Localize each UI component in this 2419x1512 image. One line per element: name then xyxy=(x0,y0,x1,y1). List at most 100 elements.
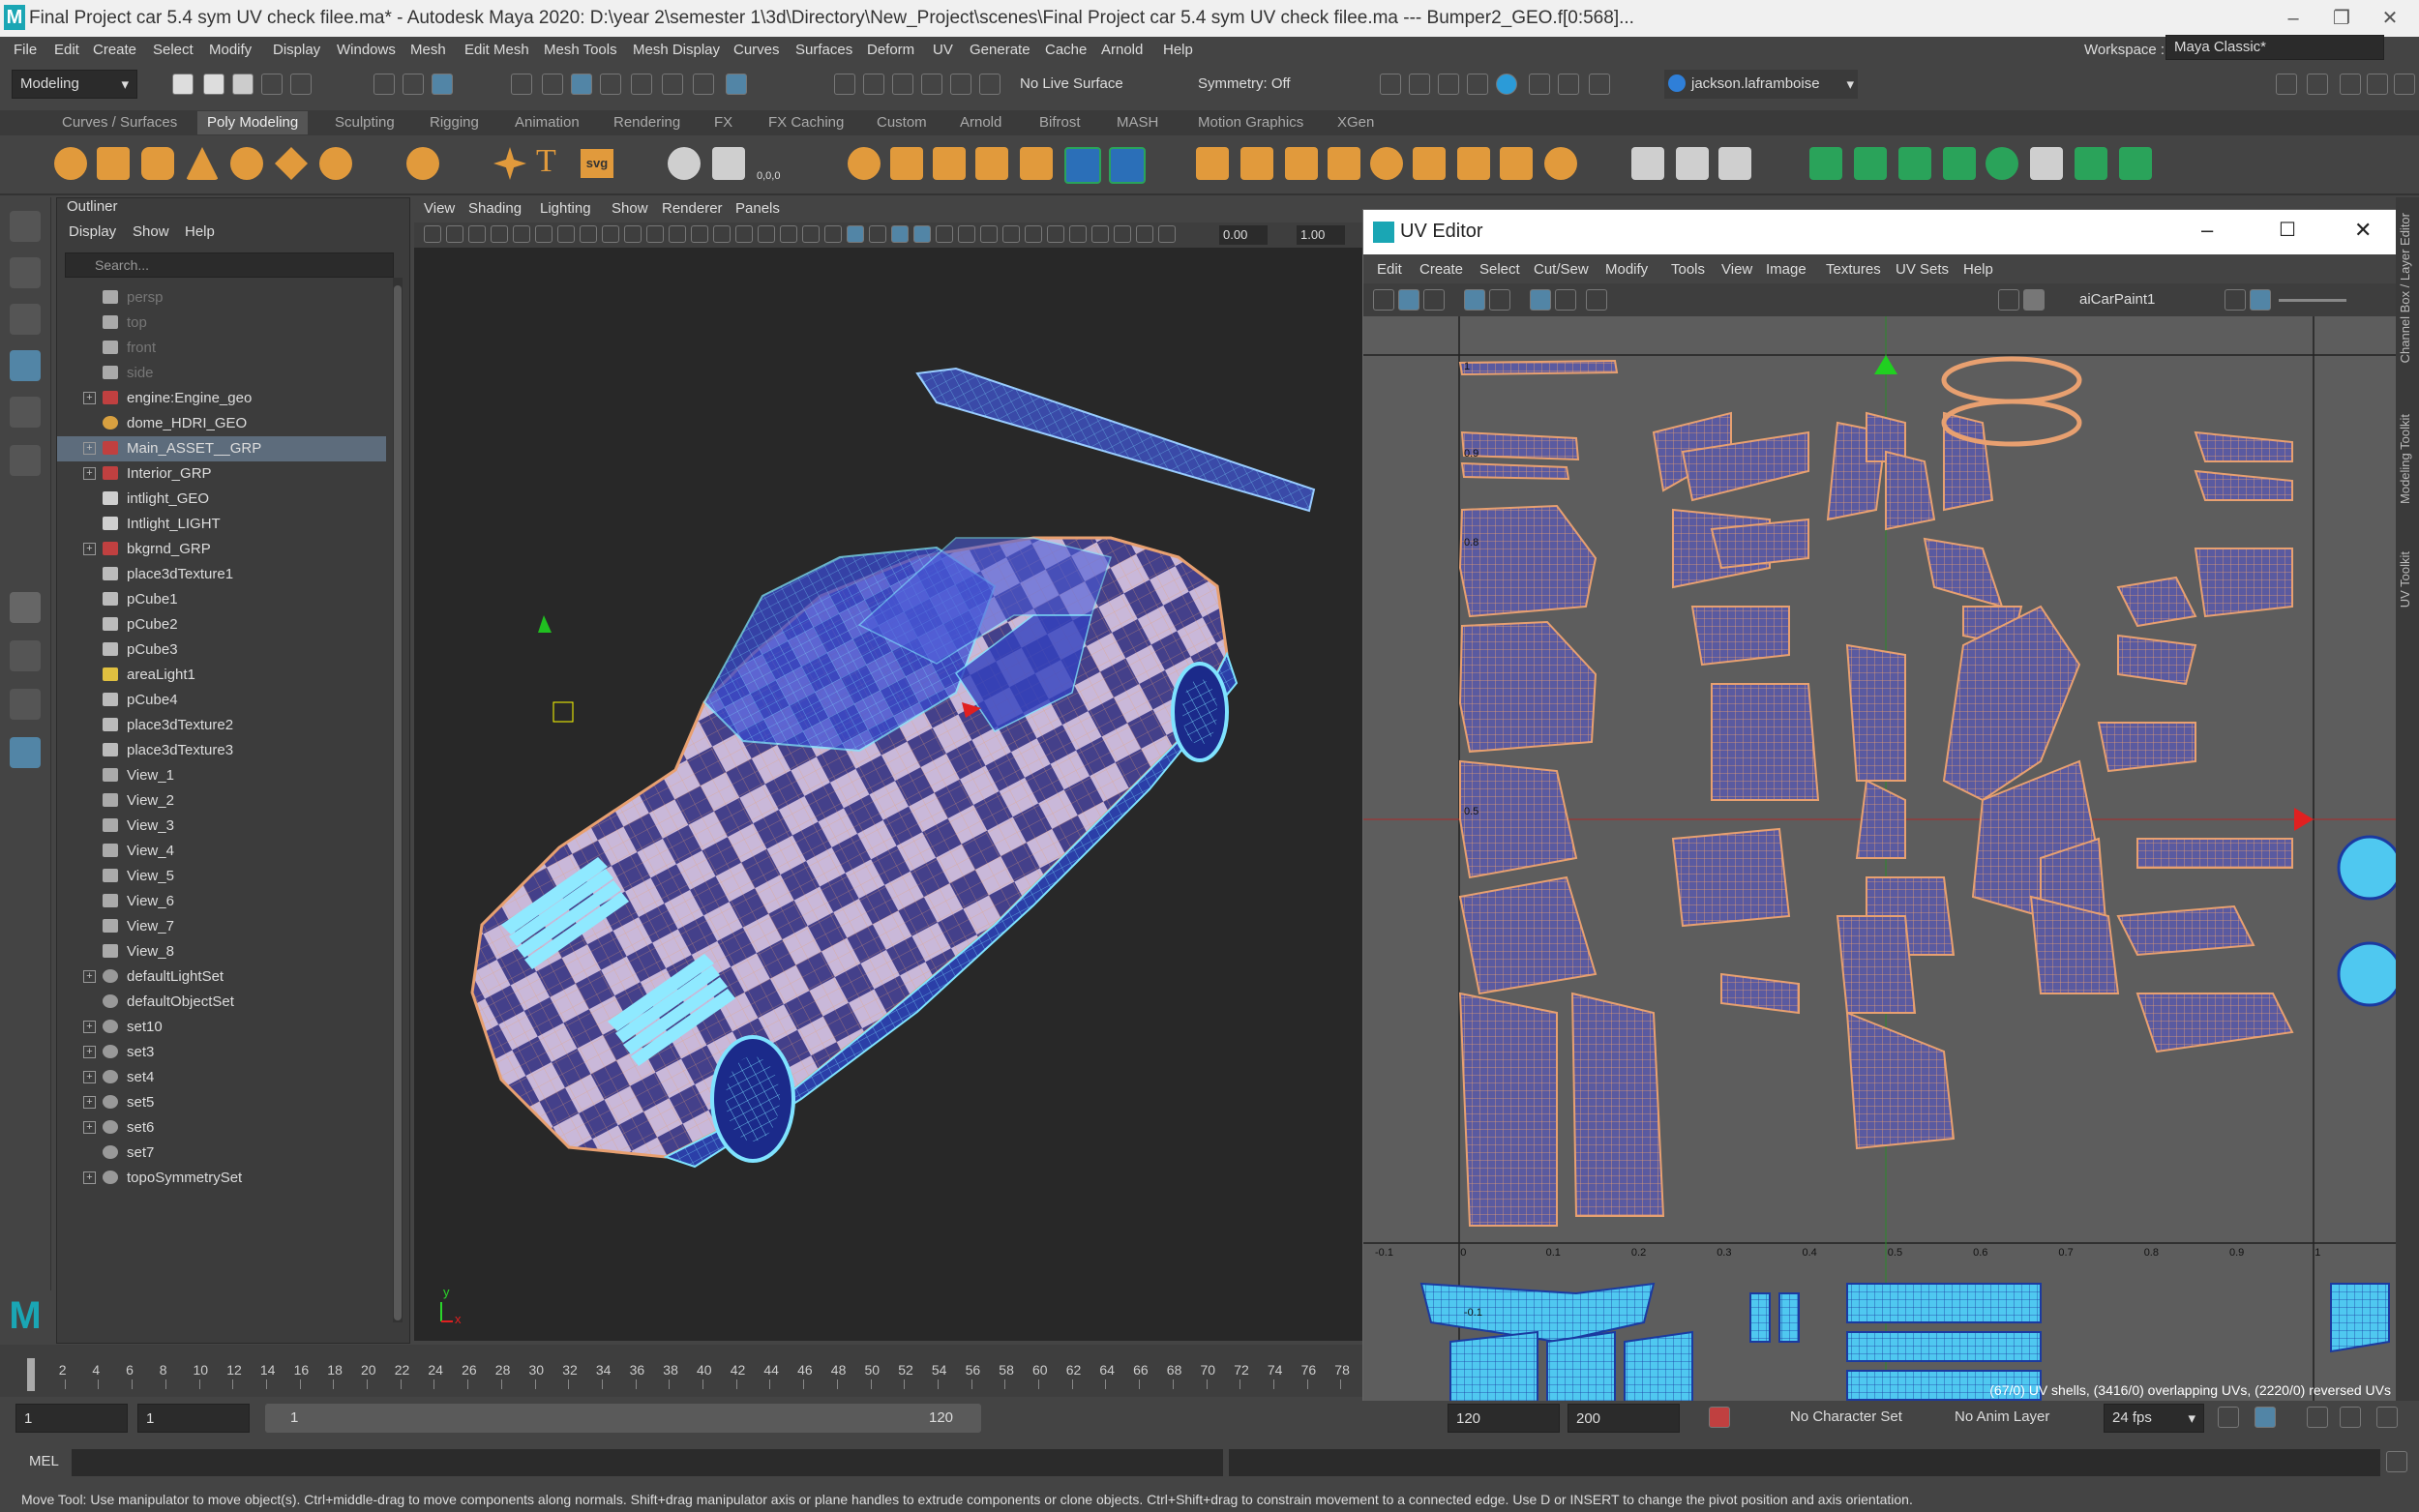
outliner-item[interactable]: View_8 xyxy=(57,939,386,964)
channel-box-tab[interactable]: Channel Box / Layer Editor xyxy=(2398,213,2412,363)
render-frame-icon[interactable] xyxy=(1380,74,1401,95)
viewport-tool-icon[interactable] xyxy=(891,225,909,243)
viewport-tool-icon[interactable] xyxy=(446,225,463,243)
restore-icon[interactable]: ❐ xyxy=(2322,4,2361,33)
expand-icon[interactable]: + xyxy=(83,1046,96,1058)
viewport-tool-icon[interactable] xyxy=(1047,225,1064,243)
outliner-item[interactable]: defaultObjectSet xyxy=(57,990,386,1015)
uv-planar-icon[interactable] xyxy=(1809,147,1842,180)
uv-move-v-arrow[interactable] xyxy=(1874,355,1897,374)
layout-icon[interactable] xyxy=(2276,74,2297,95)
save-scene-icon[interactable] xyxy=(232,74,254,95)
preferences-icon[interactable] xyxy=(2376,1407,2398,1428)
poly-sphere-icon[interactable] xyxy=(54,147,87,180)
combine-icon[interactable] xyxy=(848,147,881,180)
select-component-icon[interactable] xyxy=(432,74,453,95)
loop-icon[interactable] xyxy=(2218,1407,2239,1428)
svg-tool-icon[interactable]: svg xyxy=(581,149,613,178)
uv-wheel-shell[interactable] xyxy=(2337,941,2397,1007)
viewport-tool-icon[interactable] xyxy=(491,225,508,243)
fps-dropdown[interactable]: 24 fps ▾ xyxy=(2104,1404,2204,1433)
mirror-symmetry-icon[interactable] xyxy=(1109,147,1146,184)
outliner-item[interactable]: front xyxy=(57,336,386,361)
menu-curves[interactable]: Curves xyxy=(733,42,780,58)
snap-surface-icon[interactable] xyxy=(631,74,652,95)
workspace-dropdown[interactable]: Maya Classic* xyxy=(2165,35,2384,60)
shelf-tab-motion-graphics[interactable]: Motion Graphics xyxy=(1198,114,1303,131)
menu-cache[interactable]: Cache xyxy=(1045,42,1087,58)
menu-edit[interactable]: Edit xyxy=(54,42,79,58)
arnold-render-icon[interactable] xyxy=(1529,74,1550,95)
select-tool-icon[interactable] xyxy=(10,211,41,242)
redo-icon[interactable] xyxy=(290,74,312,95)
outliner-menu-display[interactable]: Display xyxy=(69,223,116,240)
viewport-tool-icon[interactable] xyxy=(936,225,953,243)
expand-icon[interactable]: + xyxy=(83,1021,96,1033)
menu-mesh[interactable]: Mesh xyxy=(410,42,446,58)
viewport-tool-icon[interactable] xyxy=(780,225,797,243)
outliner-item[interactable]: + Interior_GRP xyxy=(57,461,386,487)
snap-view-icon[interactable] xyxy=(600,74,621,95)
uv-menu-textures[interactable]: Textures xyxy=(1826,261,1881,278)
snap-curve-icon[interactable] xyxy=(542,74,563,95)
uv-menu-cut-sew[interactable]: Cut/Sew xyxy=(1534,261,1589,278)
3d-viewport[interactable]: y x xyxy=(414,248,1362,1341)
anim-layer-dropdown[interactable]: No Anim Layer xyxy=(1955,1408,2049,1425)
poly-disc-icon[interactable] xyxy=(319,147,352,180)
poly-cone-icon[interactable] xyxy=(186,147,219,180)
expand-icon[interactable]: + xyxy=(83,970,96,983)
outliner-item[interactable]: persp xyxy=(57,285,386,311)
user-account-dropdown[interactable]: jackson.laframboise ▾ xyxy=(1664,70,1858,99)
menu-set-dropdown[interactable]: Modeling ▾ xyxy=(12,70,137,99)
menu-deform[interactable]: Deform xyxy=(867,42,914,58)
outliner-item[interactable]: View_6 xyxy=(57,889,386,914)
viewport-tool-icon[interactable] xyxy=(847,225,864,243)
outliner-item[interactable]: top xyxy=(57,311,386,336)
arnold-ipr-icon[interactable] xyxy=(1558,74,1579,95)
outliner-scrollbar[interactable] xyxy=(393,278,403,1322)
uv-toolkit-tab[interactable]: UV Toolkit xyxy=(2398,551,2412,608)
menu-windows[interactable]: Windows xyxy=(337,42,396,58)
viewport-tool-icon[interactable] xyxy=(1114,225,1131,243)
magnet3-icon[interactable] xyxy=(892,74,913,95)
menu-modify[interactable]: Modify xyxy=(209,42,252,58)
history-icon[interactable] xyxy=(662,74,683,95)
menu-create[interactable]: Create xyxy=(93,42,136,58)
viewport-tool-icon[interactable] xyxy=(580,225,597,243)
menu-arnold[interactable]: Arnold xyxy=(1101,42,1143,58)
uv-pixel-snap-icon[interactable] xyxy=(1530,289,1551,311)
shelf-tab-custom[interactable]: Custom xyxy=(877,114,927,131)
outliner-item[interactable]: View_2 xyxy=(57,788,386,814)
modeling-toolkit-tab[interactable]: Modeling Toolkit xyxy=(2398,414,2412,504)
shelf-tab-arnold[interactable]: Arnold xyxy=(960,114,1001,131)
viewport-tool-icon[interactable] xyxy=(958,225,975,243)
expand-icon[interactable]: + xyxy=(83,1071,96,1083)
single-layout-icon[interactable] xyxy=(10,592,41,623)
poly-platonic-icon[interactable] xyxy=(406,147,439,180)
outliner-item[interactable]: View_7 xyxy=(57,914,386,939)
uv-unfold-icon[interactable] xyxy=(1986,147,2018,180)
uv-shade-icon[interactable] xyxy=(1398,289,1419,311)
range-slider[interactable]: 1 120 xyxy=(265,1404,981,1433)
uv-dim-slider[interactable] xyxy=(2279,299,2346,302)
outliner-item[interactable]: place3dTexture1 xyxy=(57,562,386,587)
four-layout-icon[interactable] xyxy=(10,640,41,671)
quad-draw-icon[interactable] xyxy=(1544,147,1577,180)
menu-file[interactable]: File xyxy=(14,42,37,58)
attribute-editor-icon[interactable] xyxy=(2340,74,2361,95)
uv-filter-icon[interactable] xyxy=(2225,289,2246,311)
uv-menu-help[interactable]: Help xyxy=(1963,261,1993,278)
uv-cut-icon[interactable] xyxy=(2075,147,2107,180)
magnet6-icon[interactable] xyxy=(979,74,1000,95)
uv-shell-icon[interactable] xyxy=(1555,289,1576,311)
magnet4-icon[interactable] xyxy=(921,74,942,95)
viewport-tool-icon[interactable] xyxy=(802,225,820,243)
slide-edge-icon[interactable] xyxy=(1718,147,1751,180)
viewport-tool-icon[interactable] xyxy=(535,225,552,243)
vp-menu-panels[interactable]: Panels xyxy=(735,200,780,217)
magnet5-icon[interactable] xyxy=(950,74,971,95)
shelf-tab-fx-caching[interactable]: FX Caching xyxy=(768,114,844,131)
multi-cut-icon[interactable] xyxy=(1457,147,1490,180)
pause-icon[interactable] xyxy=(1589,74,1610,95)
symmetry-label[interactable]: Symmetry: Off xyxy=(1198,75,1291,92)
